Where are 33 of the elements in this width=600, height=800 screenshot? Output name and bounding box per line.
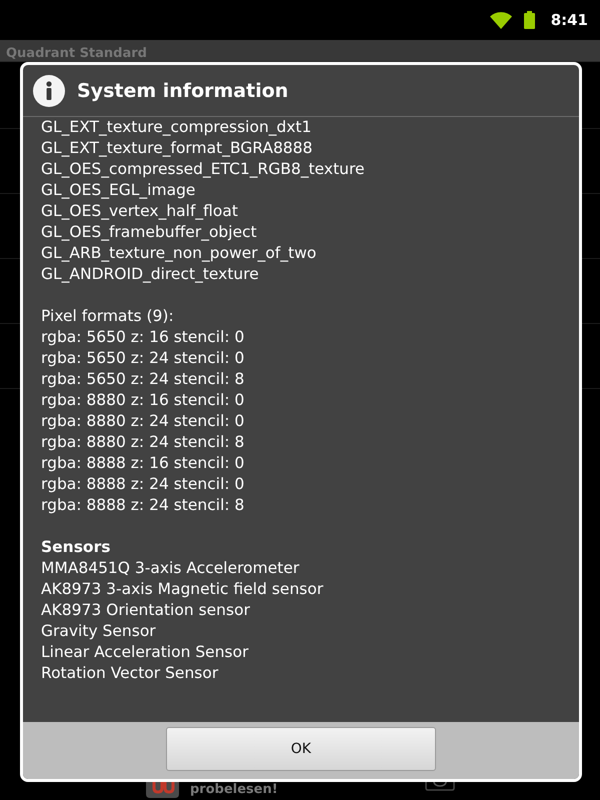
- info-line: Rotation Vector Sensor: [41, 663, 220, 684]
- info-line: rgba: 8880 z: 24 stencil: 8: [41, 432, 246, 453]
- info-line: GL_OES_vertex_half_float: [41, 201, 239, 222]
- info-line: rgba: 8888 z: 24 stencil: 0: [41, 474, 246, 495]
- info-line: Linear Acceleration Sensor: [41, 642, 250, 663]
- info-line: rgba: 8888 z: 16 stencil: 0: [41, 453, 246, 474]
- clock-time: 8:41: [550, 11, 588, 29]
- app-title: Quadrant Standard: [6, 46, 147, 61]
- info-line: GL_OES_compressed_ETC1_RGB8_texture: [41, 159, 366, 180]
- info-line: GL_ANDROID_direct_texture: [41, 264, 260, 285]
- info-line: rgba: 5650 z: 24 stencil: 0: [41, 348, 246, 369]
- info-line: rgba: 8880 z: 24 stencil: 0: [41, 411, 246, 432]
- info-line: GL_OES_framebuffer_object: [41, 222, 258, 243]
- info-line: GL_EXT_texture_compression_dxt1: [41, 117, 312, 138]
- info-line: GL_ARB_texture_non_power_of_two: [41, 243, 318, 264]
- info-line: MMA8451Q 3-axis Accelerometer: [41, 558, 300, 579]
- ad-text: probelesen!: [190, 782, 278, 798]
- battery-icon: [524, 11, 535, 29]
- info-line: rgba: 5650 z: 24 stencil: 8: [41, 369, 246, 390]
- info-line: GL_EXT_texture_format_BGRA8888: [41, 138, 314, 159]
- ok-button[interactable]: OK: [166, 727, 436, 771]
- info-line: Gravity Sensor: [41, 621, 157, 642]
- info-icon: [33, 74, 65, 106]
- section-heading: Sensors: [41, 537, 112, 558]
- info-line: rgba: 5650 z: 16 stencil: 0: [41, 327, 246, 348]
- info-line: AK8973 Orientation sensor: [41, 600, 251, 621]
- info-line: GL_OES_EGL_image: [41, 180, 196, 201]
- wifi-icon: [490, 12, 512, 28]
- dialog-title: System information: [77, 78, 288, 102]
- info-line: Pixel formats (9):: [41, 306, 175, 327]
- info-line: rgba: 8888 z: 24 stencil: 8: [41, 495, 246, 516]
- info-line: rgba: 8880 z: 16 stencil: 0: [41, 390, 246, 411]
- info-line: AK8973 3-axis Magnetic field sensor: [41, 579, 324, 600]
